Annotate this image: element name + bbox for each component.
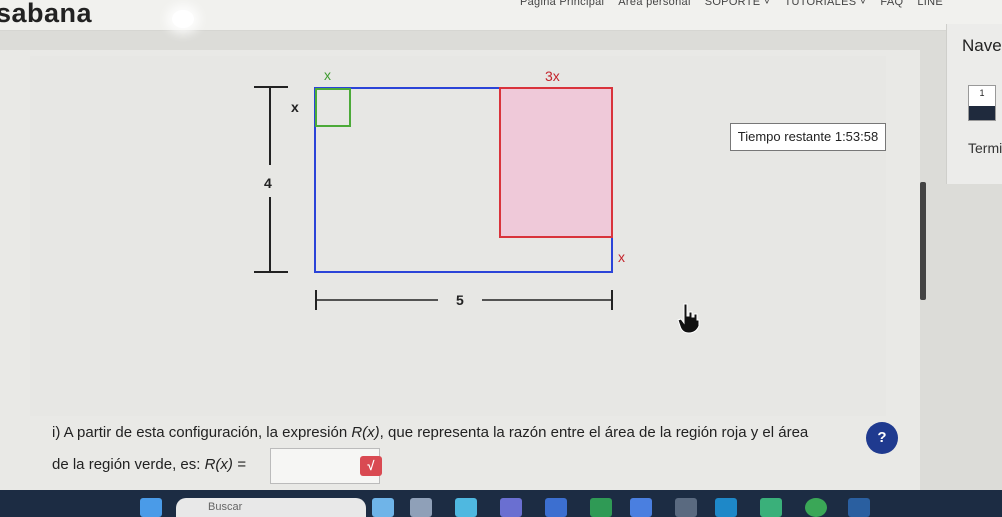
windows-start-icon[interactable] <box>140 498 162 517</box>
taskbar-app-icon-6[interactable] <box>590 498 612 517</box>
geometry-diagram: 4 x x 3x x 5 <box>254 67 625 310</box>
hand-cursor-icon <box>677 303 700 334</box>
taskbar-chrome-icon[interactable] <box>805 498 827 517</box>
taskbar-app-icon-10[interactable] <box>760 498 782 517</box>
question-line-1-suffix: , que representa la razón entre el área … <box>379 424 809 441</box>
taskbar-app-icon-3[interactable] <box>455 498 477 517</box>
question-nav-button[interactable]: 1 <box>968 85 996 121</box>
question-line-1: i) A partir de esta configuración, la ex… <box>52 424 808 441</box>
time-remaining: Tiempo restante 1:53:58 <box>730 123 886 151</box>
nav-support-menu[interactable]: SOPORTE ˅ <box>705 0 771 8</box>
question-nav-status <box>969 106 995 120</box>
taskbar-app-icon-2[interactable] <box>410 498 432 517</box>
green-x-top-label: x <box>324 67 331 83</box>
help-button[interactable]: ? <box>866 422 898 454</box>
green-x-left-label: x <box>291 99 299 115</box>
taskbar-app-icon-5[interactable] <box>545 498 567 517</box>
quiz-navigation-title: Naveg <box>962 36 1002 55</box>
red-region <box>499 87 613 238</box>
nav-home-link[interactable]: Página Principal <box>520 0 604 8</box>
taskbar-app-icon-12[interactable] <box>848 498 870 517</box>
taskbar-search-input[interactable]: Buscar <box>176 498 366 517</box>
question-line-2-expression: R(x) = <box>204 456 246 473</box>
top-nav: Página Principal Área personal SOPORTE ˅… <box>520 0 943 8</box>
question-nav-number: 1 <box>979 88 985 98</box>
right-x-label: x <box>618 249 625 265</box>
taskbar-app-icon-7[interactable] <box>630 498 652 517</box>
taskbar-app-icon-8[interactable] <box>675 498 697 517</box>
nav-tutorials-menu[interactable]: TUTORIALES ˅ <box>784 0 866 8</box>
three-x-label: 3x <box>545 68 560 84</box>
nav-personal-area-link[interactable]: Área personal <box>618 0 690 8</box>
dim-4-label: 4 <box>264 175 272 191</box>
green-region <box>315 88 351 127</box>
dim-5-label: 5 <box>456 292 464 308</box>
math-editor-button[interactable]: √ <box>360 456 382 476</box>
site-brand: sabana <box>0 0 93 28</box>
screen-glare <box>172 10 194 28</box>
page-scrollbar[interactable] <box>920 182 926 300</box>
question-line-2: de la región verde, es: R(x) = <box>52 456 246 473</box>
taskbar-app-icon-9[interactable] <box>715 498 737 517</box>
taskbar-tray-chevron-icon[interactable] <box>940 498 954 517</box>
question-line-2-prefix: de la región verde, es: <box>52 456 205 473</box>
question-line-1-prefix: i) A partir de esta configuración, la ex… <box>52 424 352 441</box>
question-line-1-expression: R(x) <box>351 424 380 441</box>
nav-faq-link[interactable]: FAQ <box>880 0 903 8</box>
taskbar-teams-icon[interactable] <box>500 498 522 517</box>
nav-line-link[interactable]: LÍNE <box>917 0 943 8</box>
taskbar-app-icon-1[interactable] <box>372 498 394 517</box>
finish-attempt-link[interactable]: Termi <box>968 140 1002 156</box>
